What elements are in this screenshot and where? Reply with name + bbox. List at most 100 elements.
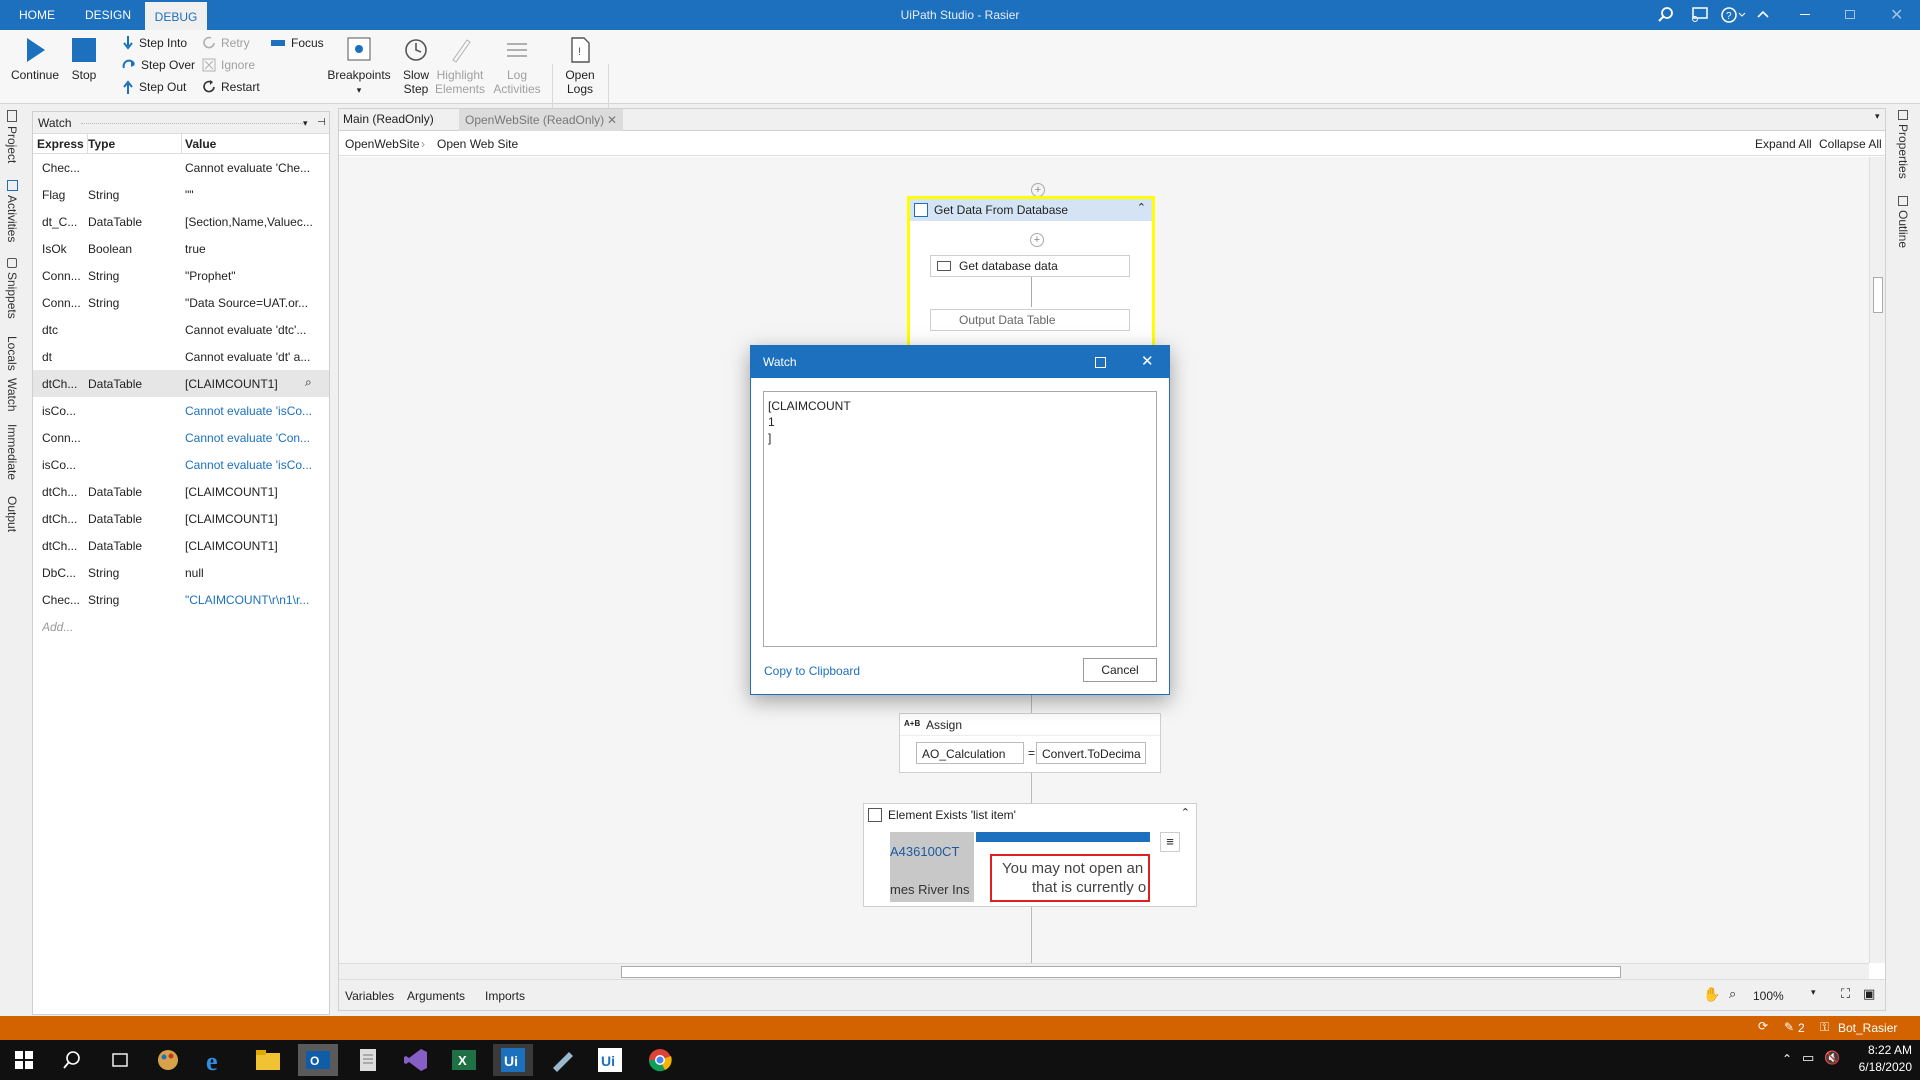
notepad-icon[interactable] (352, 1044, 384, 1076)
add-activity-icon[interactable]: + (1030, 233, 1044, 247)
watch-row[interactable]: dtCh... DataTable [CLAIMCOUNT1] (33, 505, 329, 532)
watch-row[interactable]: DbC... String null (33, 559, 329, 586)
fit-screen-icon[interactable]: ⛶ (1841, 986, 1850, 1002)
vertical-scroll-thumb[interactable] (1873, 277, 1883, 313)
log-activities-button[interactable]: Log Activities (490, 36, 544, 96)
collapse-icon[interactable]: ⌃ (1181, 806, 1190, 819)
magnifier-icon[interactable]: ⌕ (305, 375, 312, 390)
tab-output[interactable]: Output (5, 496, 19, 532)
step-out-button[interactable]: Step Out (122, 80, 186, 94)
open-logs-button[interactable]: ! Open Logs (562, 36, 598, 96)
zoom-level[interactable]: 100% (1753, 989, 1784, 1003)
variables-tab[interactable]: Variables (345, 989, 394, 1003)
tab-openwebsite[interactable]: OpenWebSite (ReadOnly) ✕ (459, 109, 623, 131)
imports-tab[interactable]: Imports (485, 989, 525, 1003)
tab-properties[interactable]: Properties (1896, 110, 1910, 179)
close-icon[interactable]: ✕ (1890, 5, 1903, 25)
collapse-all-button[interactable]: Collapse All (1819, 137, 1882, 151)
watch-row[interactable]: dtCh... DataTable [CLAIMCOUNT1] ⌕ (33, 370, 329, 397)
paint-icon[interactable] (152, 1044, 184, 1076)
tab-close-icon[interactable]: ✕ (607, 109, 617, 131)
focus-button[interactable]: Focus (270, 36, 324, 50)
status-user[interactable]: Bot_Rasier (1838, 1021, 1897, 1035)
expand-all-button[interactable]: Expand All (1755, 137, 1812, 151)
watch-row[interactable]: dt_C... DataTable [Section,Name,Valuec... (33, 208, 329, 235)
status-edit-icon[interactable]: ✎ (1784, 1020, 1794, 1034)
assign-value-field[interactable]: Convert.ToDecima (1036, 742, 1146, 764)
breadcrumb-item[interactable]: OpenWebSite (345, 137, 420, 151)
collapse-ribbon-icon[interactable] (1757, 9, 1769, 21)
element-exists-activity[interactable]: Element Exists 'list item' ⌃ A436100CT m… (863, 803, 1197, 907)
uipath-studio-icon[interactable]: Ui (493, 1044, 533, 1076)
step-into-button[interactable]: Step Into (122, 36, 187, 50)
arguments-tab[interactable]: Arguments (407, 989, 465, 1003)
dialog-close-icon[interactable]: ✕ (1141, 346, 1154, 378)
feedback-icon[interactable] (1690, 7, 1708, 23)
watch-row[interactable]: Conn... String "Prophet" (33, 262, 329, 289)
assign-activity[interactable]: A+B Assign AO_Calculation = Convert.ToDe… (899, 713, 1161, 773)
watch-row[interactable]: dtc Cannot evaluate 'dtc'... (33, 316, 329, 343)
output-data-table-activity[interactable]: Output Data Table (930, 309, 1130, 331)
tray-chevron-icon[interactable]: ⌃ (1782, 1052, 1792, 1066)
assign-to-field[interactable]: AO_Calculation (916, 742, 1024, 764)
restore-icon[interactable] (1845, 10, 1855, 19)
watch-value-text[interactable]: [CLAIMCOUNT 1 ] (763, 391, 1157, 647)
horizontal-scroll-thumb[interactable] (621, 966, 1621, 978)
help-icon[interactable]: ? (1720, 6, 1746, 24)
vertical-scrollbar[interactable] (1869, 157, 1885, 963)
zoom-dropdown-icon[interactable]: ▾ (1811, 987, 1816, 998)
tab-snippets[interactable]: Snippets (5, 258, 19, 319)
tab-outline[interactable]: Outline (1896, 196, 1910, 248)
highlight-elements-button[interactable]: Highlight Elements (434, 36, 486, 96)
column-expression[interactable]: Express (37, 137, 84, 151)
watch-row[interactable]: Chec... String "CLAIMCOUNT\r\n1\r... (33, 586, 329, 613)
task-view-icon[interactable] (104, 1044, 136, 1076)
outlook-icon[interactable]: O (298, 1044, 338, 1076)
column-type[interactable]: Type (88, 137, 115, 151)
dialog-title-bar[interactable]: Watch ✕ (751, 346, 1169, 378)
horizontal-scrollbar[interactable] (339, 963, 1869, 979)
add-watch-placeholder[interactable]: Add... (42, 620, 73, 634)
notes-icon[interactable] (546, 1044, 578, 1076)
chrome-icon[interactable] (644, 1044, 676, 1076)
tab-home[interactable]: HOME (10, 0, 64, 30)
watch-row[interactable]: Conn... Cannot evaluate 'Con... (33, 424, 329, 451)
panel-menu-icon[interactable]: ▾ (303, 112, 308, 134)
tab-activities[interactable]: Activities (5, 180, 19, 242)
tab-immediate[interactable]: Immediate (5, 424, 19, 480)
watch-row[interactable]: dtCh... DataTable [CLAIMCOUNT1] (33, 478, 329, 505)
watch-row[interactable]: Chec... Cannot evaluate 'Che... (33, 154, 329, 181)
restart-button[interactable]: Restart (202, 80, 260, 94)
step-over-button[interactable]: Step Over (122, 58, 195, 72)
watch-row[interactable]: isCo... Cannot evaluate 'isCo... (33, 397, 329, 424)
drag-grip[interactable] (81, 123, 303, 124)
watch-row[interactable]: IsOk Boolean true (33, 235, 329, 262)
zoom-icon[interactable]: ⌕ (1729, 986, 1736, 1002)
tab-dropdown-icon[interactable]: ▾ (1875, 111, 1880, 122)
file-explorer-icon[interactable] (252, 1044, 284, 1076)
ignore-button[interactable]: Ignore (202, 58, 255, 72)
tab-project[interactable]: Project (5, 110, 19, 163)
search-icon[interactable] (1658, 7, 1674, 23)
uipath-robot-icon[interactable]: Ui (594, 1044, 626, 1076)
column-value[interactable]: Value (185, 137, 216, 151)
get-database-data-activity[interactable]: Get database data (930, 255, 1130, 277)
volume-muted-icon[interactable]: 🔇 (1824, 1050, 1840, 1066)
visual-studio-icon[interactable] (400, 1044, 432, 1076)
tab-debug[interactable]: DEBUG (145, 0, 207, 30)
add-activity-icon[interactable]: + (1031, 183, 1045, 197)
stop-button[interactable]: Stop (66, 36, 102, 82)
watch-row[interactable]: dtCh... DataTable [CLAIMCOUNT1] (33, 532, 329, 559)
breakpoints-button[interactable]: Breakpoints ▾ (326, 36, 392, 96)
retry-button[interactable]: Retry (202, 36, 250, 50)
tab-watch[interactable]: Watch (5, 378, 19, 412)
watch-row[interactable]: isCo... Cannot evaluate 'isCo... (33, 451, 329, 478)
excel-icon[interactable]: X (448, 1044, 480, 1076)
add-watch-row[interactable]: Add... (33, 613, 329, 640)
watch-row[interactable]: Flag String "" (33, 181, 329, 208)
network-icon[interactable]: ▭ (1802, 1050, 1814, 1066)
maximize-icon[interactable] (1095, 357, 1106, 368)
clock[interactable]: 8:22 AM 6/18/2020 (1850, 1042, 1912, 1076)
slow-step-button[interactable]: Slow Step (396, 36, 436, 96)
status-sync-icon[interactable]: ⟳ (1758, 1019, 1768, 1033)
